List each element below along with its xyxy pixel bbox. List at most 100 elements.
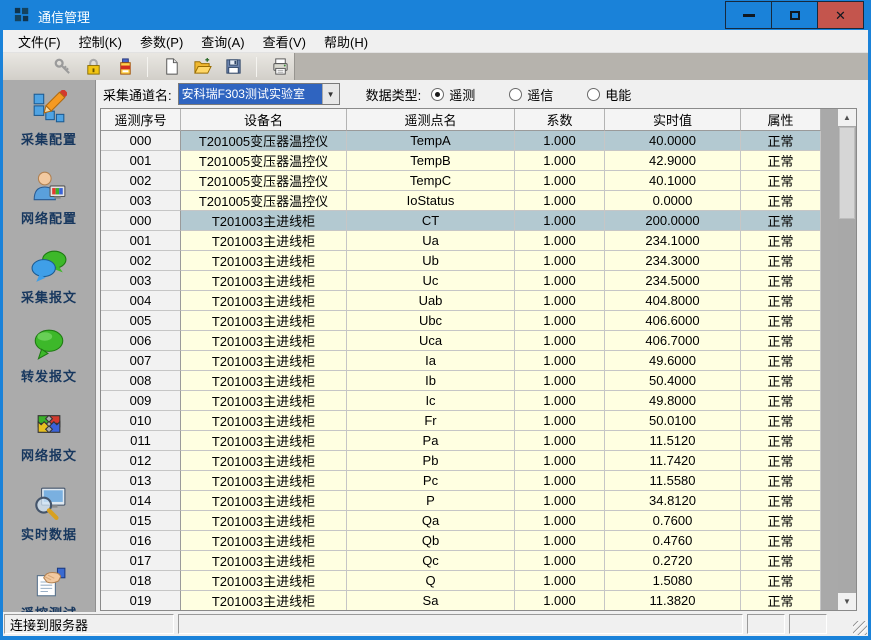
table-row[interactable]: 013T201003主进线柜Pc1.00011.5580正常 [101,471,856,491]
column-header-point[interactable]: 遥测点名 [347,109,515,131]
minimize-button[interactable] [725,1,772,29]
table-cell: 正常 [741,371,821,391]
column-header-value[interactable]: 实时值 [605,109,741,131]
row-header-cell: 015 [101,511,181,531]
lock-button[interactable] [82,56,104,78]
channel-selected-value: 安科瑞F303测试实验室 [179,84,322,104]
table-row[interactable]: 007T201003主进线柜Ia1.00049.6000正常 [101,351,856,371]
table-row[interactable]: 006T201003主进线柜Uca1.000406.7000正常 [101,331,856,351]
table-cell: Ic [347,391,515,411]
scroll-up-icon: ▲ [843,113,851,122]
table-cell: 1.000 [515,131,605,151]
table-cell: 1.000 [515,431,605,451]
table-cell: 正常 [741,451,821,471]
scroll-down-button[interactable]: ▼ [838,593,856,610]
table-row[interactable]: 004T201003主进线柜Uab1.000404.8000正常 [101,291,856,311]
row-header-cell: 018 [101,571,181,591]
print-button[interactable] [269,56,291,78]
table-row[interactable]: 003T201003主进线柜Uc1.000234.5000正常 [101,271,856,291]
table-cell: T201003主进线柜 [181,351,347,371]
column-header-status[interactable]: 属性 [741,109,821,131]
menu-control[interactable]: 控制(K) [70,29,131,54]
table-row[interactable]: 010T201003主进线柜Fr1.00050.0100正常 [101,411,856,431]
vertical-scrollbar[interactable]: ▲ ▼ [838,109,856,610]
new-file-button[interactable] [160,56,182,78]
table-row[interactable]: 003T201005变压器温控仪IoStatus1.0000.0000正常 [101,191,856,211]
sidebar-item-forward-message[interactable]: 转发报文 [21,327,77,385]
new-file-icon [162,57,181,76]
table-row[interactable]: 017T201003主进线柜Qc1.0000.2720正常 [101,551,856,571]
table-row[interactable]: 008T201003主进线柜Ib1.00050.4000正常 [101,371,856,391]
table-cell: T201005变压器温控仪 [181,191,347,211]
sidebar-item-network-message[interactable]: 网络报文 [21,406,77,464]
resize-grip[interactable] [853,621,867,635]
radio-telesignal[interactable]: 遥信 [509,85,553,104]
sidebar-label: 网络报文 [21,445,77,464]
table-row[interactable]: 002T201005变压器温控仪TempC1.00040.1000正常 [101,171,856,191]
table-row[interactable]: 001T201005变压器温控仪TempB1.00042.9000正常 [101,151,856,171]
menu-file[interactable]: 文件(F) [9,29,70,54]
radio-energy[interactable]: 电能 [587,85,631,104]
row-header-cell: 011 [101,431,181,451]
close-icon: ✕ [835,9,846,22]
scrollbar-thumb[interactable] [839,127,855,219]
table-row[interactable]: 000T201003主进线柜CT1.000200.0000正常 [101,211,856,231]
toolbar-band [3,53,295,80]
column-header-seq[interactable]: 遥测序号 [101,109,181,131]
table-cell: 1.000 [515,451,605,471]
table-row[interactable]: 000T201005变压器温控仪TempA1.00040.0000正常 [101,131,856,151]
combobox-dropdown-button[interactable]: ▼ [322,84,339,104]
data-grid: 遥测序号 设备名 遥测点名 系数 实时值 属性 000T201005变压器温控仪… [100,108,857,611]
table-cell: T201003主进线柜 [181,491,347,511]
row-header-cell: 005 [101,311,181,331]
parameter-settings-button[interactable] [113,56,135,78]
open-folder-button[interactable] [191,56,213,78]
table-cell: T201003主进线柜 [181,271,347,291]
minimize-icon [743,14,755,17]
table-row[interactable]: 005T201003主进线柜Ubc1.000406.6000正常 [101,311,856,331]
table-row[interactable]: 012T201003主进线柜Pb1.00011.7420正常 [101,451,856,471]
table-cell: 正常 [741,311,821,331]
maximize-button[interactable] [771,1,818,29]
save-button[interactable] [222,56,244,78]
table-cell: 1.000 [515,211,605,231]
table-cell: T201003主进线柜 [181,511,347,531]
sidebar-item-realtime-data[interactable]: 实时数据 [21,485,77,543]
scroll-down-icon: ▼ [843,597,851,606]
row-header-cell: 000 [101,211,181,231]
table-cell: T201005变压器温控仪 [181,131,347,151]
table-row[interactable]: 001T201003主进线柜Ua1.000234.1000正常 [101,231,856,251]
table-row[interactable]: 014T201003主进线柜P1.00034.8120正常 [101,491,856,511]
table-row[interactable]: 019T201003主进线柜Sa1.00011.3820正常 [101,591,856,611]
sidebar-item-network-config[interactable]: 网络配置 [21,169,77,227]
scroll-up-button[interactable]: ▲ [838,109,856,126]
row-header-cell: 019 [101,591,181,611]
table-row[interactable]: 015T201003主进线柜Qa1.0000.7600正常 [101,511,856,531]
column-header-device[interactable]: 设备名 [181,109,347,131]
key-button[interactable] [51,56,73,78]
table-cell: 1.000 [515,291,605,311]
menu-view[interactable]: 查看(V) [254,29,315,54]
table-cell: 234.5000 [605,271,741,291]
channel-combobox[interactable]: 安科瑞F303测试实验室 ▼ [178,83,340,105]
table-row[interactable]: 018T201003主进线柜Q1.0001.5080正常 [101,571,856,591]
menu-help[interactable]: 帮助(H) [315,29,377,54]
radio-telemetry[interactable]: 遥测 [431,85,475,104]
table-row[interactable]: 016T201003主进线柜Qb1.0000.4760正常 [101,531,856,551]
table-cell: 1.000 [515,351,605,371]
column-header-coef[interactable]: 系数 [515,109,605,131]
close-button[interactable]: ✕ [817,1,864,29]
menu-parameter[interactable]: 参数(P) [131,29,192,54]
menu-query[interactable]: 查询(A) [192,29,253,54]
table-cell: 正常 [741,291,821,311]
table-cell: 正常 [741,351,821,371]
sidebar-item-collect-message[interactable]: 采集报文 [21,248,77,306]
table-row[interactable]: 011T201003主进线柜Pa1.00011.5120正常 [101,431,856,451]
table-cell: T201003主进线柜 [181,431,347,451]
table-cell: T201003主进线柜 [181,331,347,351]
table-row[interactable]: 002T201003主进线柜Ub1.000234.3000正常 [101,251,856,271]
table-body: 000T201005变压器温控仪TempA1.00040.0000正常001T2… [101,131,856,611]
open-folder-icon [193,57,212,76]
table-row[interactable]: 009T201003主进线柜Ic1.00049.8000正常 [101,391,856,411]
sidebar-item-collect-config[interactable]: 采集配置 [21,90,77,148]
